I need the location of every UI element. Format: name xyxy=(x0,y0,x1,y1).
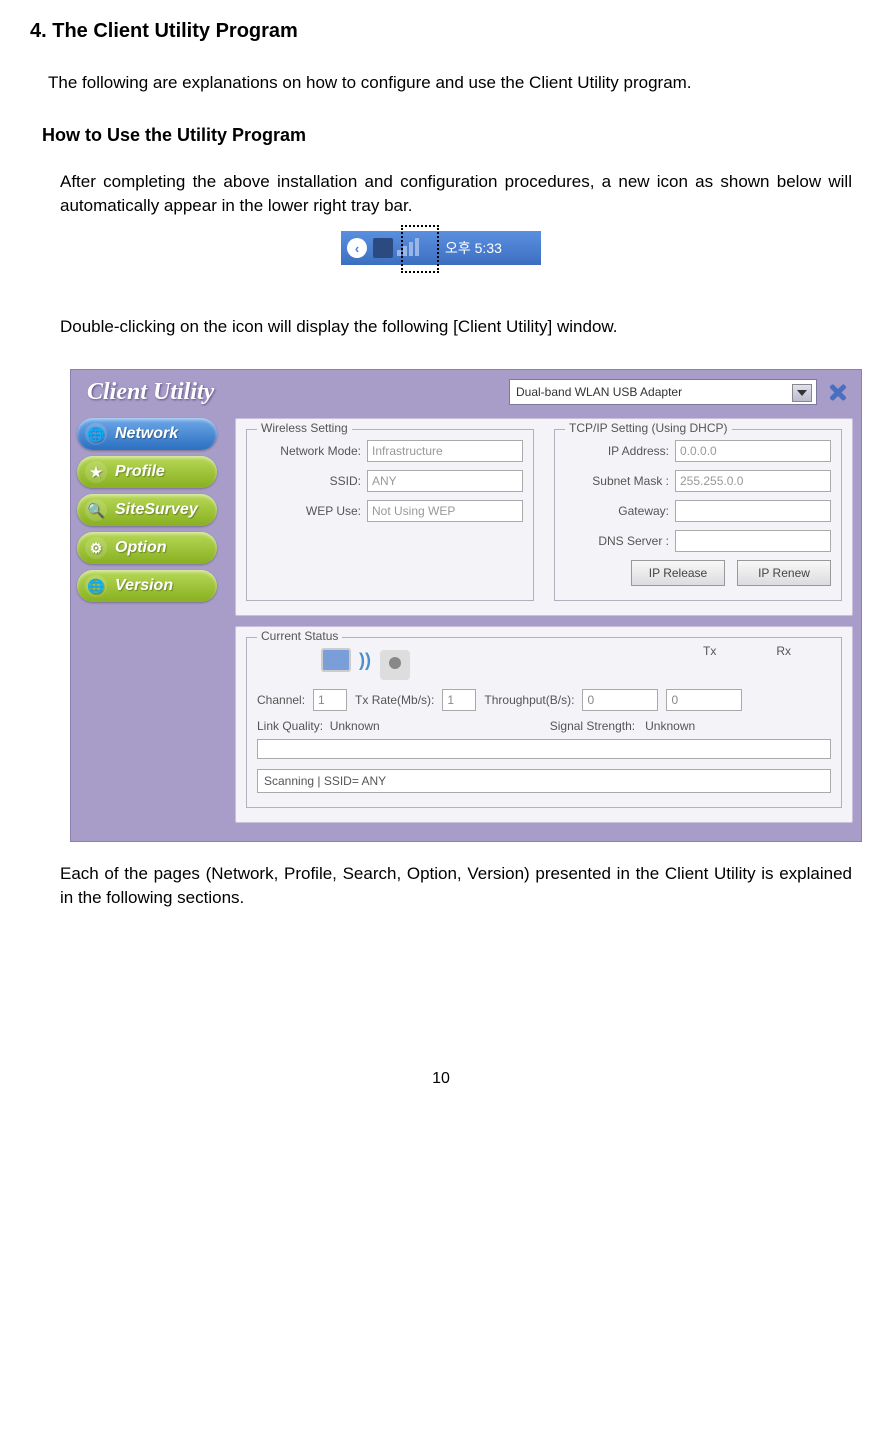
ssid-field[interactable]: ANY xyxy=(367,470,523,492)
nav-label: Network xyxy=(115,425,178,443)
network-mode-label: Network Mode: xyxy=(257,444,361,458)
sidebar-nav: 🌐 Network ★ Profile 🔍 SiteSurvey ⚙ Optio… xyxy=(71,414,231,841)
throughput-label: Throughput(B/s): xyxy=(484,693,574,707)
ssid-label: SSID: xyxy=(257,474,361,488)
gateway-label: Gateway: xyxy=(565,504,669,518)
star-icon: ★ xyxy=(85,461,107,483)
globe-icon: 🌐 xyxy=(85,575,107,597)
dns-server-label: DNS Server : xyxy=(565,534,669,548)
channel-field[interactable]: 1 xyxy=(313,689,347,711)
txrate-field[interactable]: 1 xyxy=(442,689,476,711)
status-legend-text: Current Status xyxy=(261,629,338,643)
gear-icon: ⚙ xyxy=(85,537,107,559)
current-status-group: Current Status )) Channel: 1 Tx Rate(Mb/… xyxy=(246,637,842,808)
nav-network[interactable]: 🌐 Network xyxy=(77,418,217,450)
subsection-heading: How to Use the Utility Program xyxy=(42,125,852,146)
search-icon: 🔍 xyxy=(85,499,107,521)
wep-label: WEP Use: xyxy=(257,504,361,518)
group-legend: Wireless Setting xyxy=(257,421,352,435)
ip-renew-button[interactable]: IP Renew xyxy=(737,560,831,586)
rx-header: Rx xyxy=(776,644,791,658)
nav-option[interactable]: ⚙ Option xyxy=(77,532,217,564)
paragraph-3: Each of the pages (Network, Profile, Sea… xyxy=(60,862,852,910)
tray-expand-icon[interactable]: ‹ xyxy=(347,238,367,258)
link-quality-value: Unknown xyxy=(330,719,380,733)
ip-address-label: IP Address: xyxy=(565,444,669,458)
group-legend: Current Status xyxy=(257,629,342,643)
nav-label: Profile xyxy=(115,463,165,481)
network-mode-field[interactable]: Infrastructure xyxy=(367,440,523,462)
ip-release-button[interactable]: IP Release xyxy=(631,560,725,586)
tcpip-setting-group: TCP/IP Setting (Using DHCP) IP Address: … xyxy=(554,429,842,601)
subnet-mask-label: Subnet Mask : xyxy=(565,474,669,488)
title-bar: Client Utility Dual-band WLAN USB Adapte… xyxy=(71,370,861,414)
signal-strength-value: Unknown xyxy=(645,719,695,733)
nav-label: Version xyxy=(115,577,173,595)
highlight-box-icon xyxy=(401,225,439,273)
adapter-dropdown[interactable]: Dual-band WLAN USB Adapter xyxy=(509,379,817,405)
adapter-selected-value: Dual-band WLAN USB Adapter xyxy=(516,385,682,399)
tx-header: Tx xyxy=(703,644,716,658)
subnet-mask-field[interactable]: 255.255.0.0 xyxy=(675,470,831,492)
page-number: 10 xyxy=(30,1070,852,1088)
gateway-field[interactable] xyxy=(675,500,831,522)
dns-server-field[interactable] xyxy=(675,530,831,552)
txrate-label: Tx Rate(Mb/s): xyxy=(355,693,434,707)
signal-progress-bar xyxy=(257,739,831,759)
nav-profile[interactable]: ★ Profile xyxy=(77,456,217,488)
nav-label: SiteSurvey xyxy=(115,501,198,519)
tray-clock: 오후 5:33 xyxy=(445,238,502,258)
nav-sitesurvey[interactable]: 🔍 SiteSurvey xyxy=(77,494,217,526)
throughput-rx-field[interactable]: 0 xyxy=(666,689,742,711)
chevron-down-icon xyxy=(797,390,807,396)
status-message-field: Scanning | SSID= ANY xyxy=(257,769,831,793)
globe-icon: 🌐 xyxy=(85,423,107,445)
paragraph-2: Double-clicking on the icon will display… xyxy=(60,315,852,339)
tray-app-icon[interactable] xyxy=(373,238,393,258)
system-tray: ‹ 오후 5:33 xyxy=(341,231,541,265)
throughput-tx-field[interactable]: 0 xyxy=(582,689,658,711)
nav-label: Option xyxy=(115,539,167,557)
main-panel: Wireless Setting Network Mode: Infrastru… xyxy=(231,414,861,841)
client-utility-window: Client Utility Dual-band WLAN USB Adapte… xyxy=(70,369,862,842)
paragraph-1: After completing the above installation … xyxy=(60,170,852,218)
signal-strength-label: Signal Strength: xyxy=(550,719,635,733)
monitor-icon: )) xyxy=(317,648,357,680)
wep-field[interactable]: Not Using WEP xyxy=(367,500,523,522)
section-heading: 4. The Client Utility Program xyxy=(30,20,852,43)
nav-version[interactable]: 🌐 Version xyxy=(77,570,217,602)
window-title: Client Utility xyxy=(87,379,214,406)
group-legend: TCP/IP Setting (Using DHCP) xyxy=(565,421,732,435)
device-icon xyxy=(380,650,410,680)
wireless-setting-group: Wireless Setting Network Mode: Infrastru… xyxy=(246,429,534,601)
channel-label: Channel: xyxy=(257,693,305,707)
ip-address-field[interactable]: 0.0.0.0 xyxy=(675,440,831,462)
link-quality-label: Link Quality: xyxy=(257,719,323,733)
close-button[interactable] xyxy=(825,379,851,405)
intro-paragraph: The following are explanations on how to… xyxy=(48,71,852,95)
